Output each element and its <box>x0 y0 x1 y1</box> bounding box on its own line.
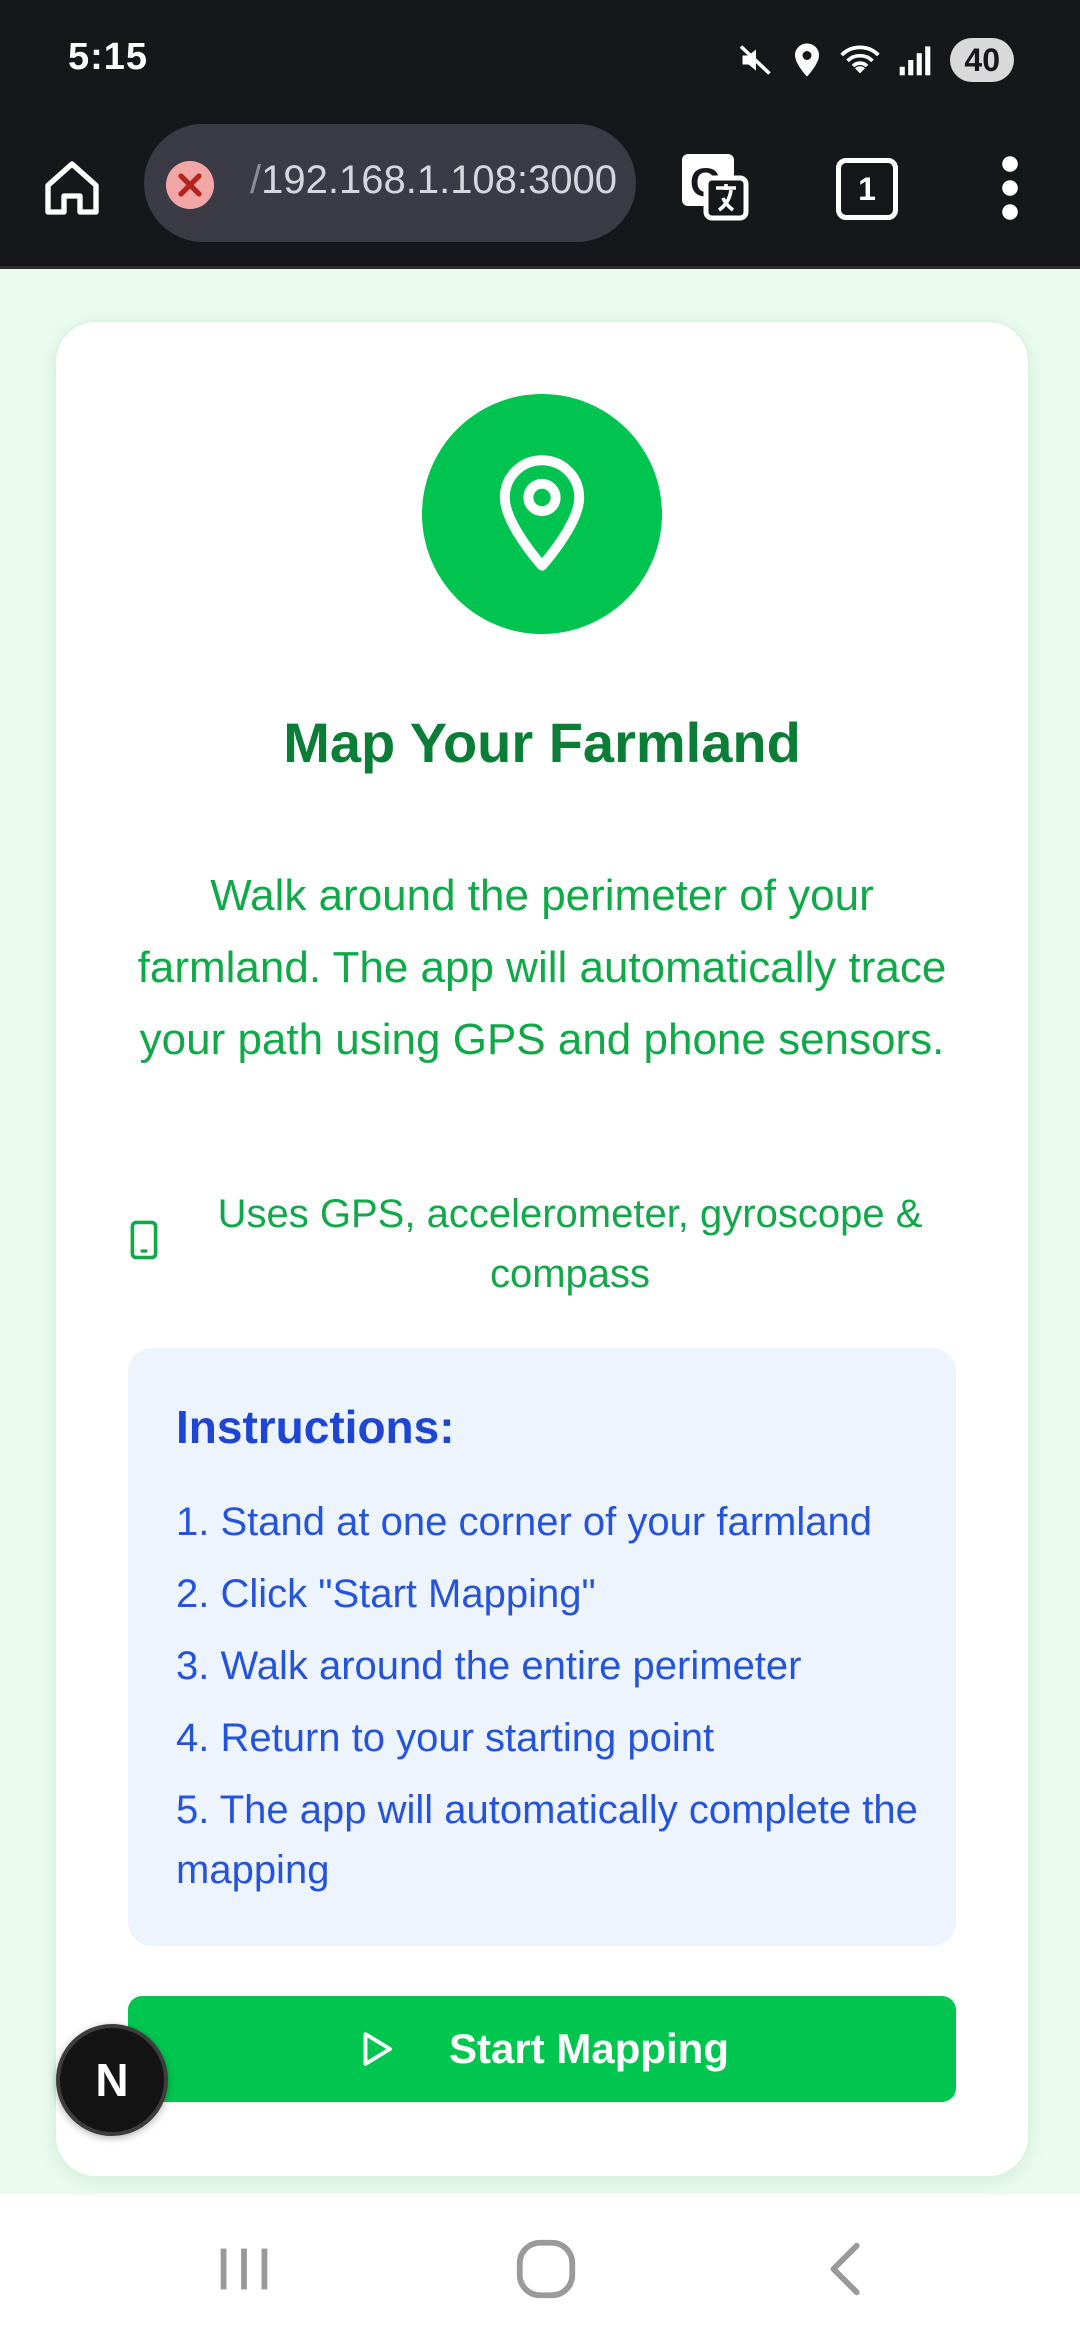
recent-apps-icon[interactable] <box>209 2234 279 2304</box>
url-text[interactable]: /192.168.1.108:3000 <box>250 158 617 203</box>
status-time: 5:15 <box>68 36 149 78</box>
security-error-icon[interactable] <box>166 161 214 209</box>
map-pin-icon <box>499 455 585 571</box>
sensors-text: Uses GPS, accelerometer, gyroscope & com… <box>217 1192 923 1296</box>
map-farmland-card: Map Your Farmland Walk around the perime… <box>54 320 1030 2178</box>
status-icons: 40 <box>738 38 1014 82</box>
next-dev-indicator-button[interactable]: N <box>56 2024 168 2136</box>
mute-icon <box>740 45 772 75</box>
start-mapping-button[interactable]: Start Mapping <box>128 1996 956 2102</box>
instruction-step: 5. The app will automatically complete t… <box>176 1788 918 1892</box>
home-circle-icon[interactable] <box>511 2234 581 2304</box>
page-description: Walk around the perimeter of your farmla… <box>137 871 947 1064</box>
smartphone-icon <box>130 1220 158 1260</box>
map-pin-badge <box>422 394 662 634</box>
instruction-step: 2. Click "Start Mapping" <box>176 1572 596 1616</box>
start-mapping-label: Start Mapping <box>449 2025 729 2072</box>
signal-icon <box>900 46 931 76</box>
battery-level: 40 <box>950 38 1014 82</box>
instructions-list: 1. Stand at one corner of your farmland … <box>176 1492 926 1912</box>
instruction-step: 4. Return to your starting point <box>176 1716 715 1760</box>
status-bar: 5:15 40 <box>0 0 1080 122</box>
play-icon <box>363 2032 392 2066</box>
instructions-title: Instructions: <box>176 1401 455 1453</box>
translate-icon[interactable]: G <box>678 150 750 222</box>
back-icon[interactable] <box>813 2234 883 2304</box>
tab-switcher-button[interactable]: 1 <box>836 158 898 220</box>
browser-toolbar: /192.168.1.108:3000 G 1 <box>0 122 1080 269</box>
instruction-step: 1. Stand at one corner of your farmland <box>176 1500 872 1544</box>
location-icon <box>795 43 820 77</box>
page-title: Map Your Farmland <box>283 711 801 774</box>
instructions-panel: Instructions: 1. Stand at one corner of … <box>128 1348 956 1946</box>
more-vert-icon[interactable] <box>990 152 1030 224</box>
address-bar[interactable]: /192.168.1.108:3000 <box>144 124 636 242</box>
home-icon[interactable] <box>40 156 104 220</box>
instruction-step: 3. Walk around the entire perimeter <box>176 1644 802 1688</box>
system-nav-bar <box>0 2194 1080 2340</box>
wifi-icon <box>840 45 881 74</box>
